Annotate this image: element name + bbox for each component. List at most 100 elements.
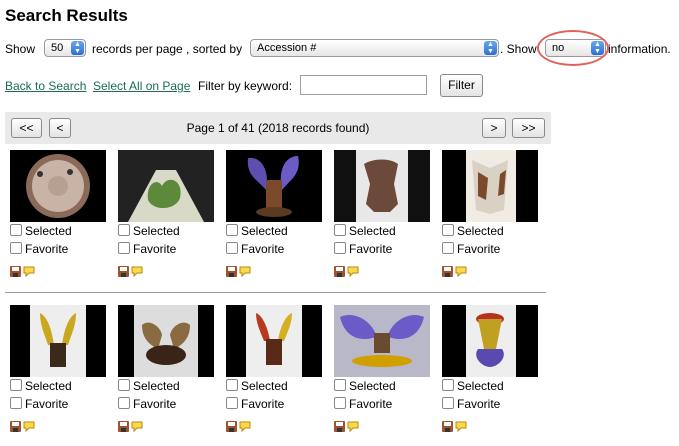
floppy-disk-icon[interactable] — [226, 266, 237, 277]
checkbox-icon[interactable] — [10, 242, 22, 254]
checkbox-icon[interactable] — [442, 224, 454, 236]
selected-checkbox[interactable]: Selected — [10, 379, 72, 393]
comment-bubble-icon[interactable] — [23, 266, 35, 278]
records-per-page-value: 50 — [51, 42, 64, 54]
record-thumbnail[interactable] — [442, 150, 538, 222]
selected-label: Selected — [133, 224, 180, 238]
selected-checkbox[interactable]: Selected — [226, 379, 288, 393]
selected-label: Selected — [133, 379, 180, 393]
record-thumbnail[interactable] — [226, 150, 322, 222]
favorite-checkbox[interactable]: Favorite — [10, 242, 68, 256]
selected-checkbox[interactable]: Selected — [442, 224, 504, 238]
records-per-page-select[interactable]: 50 ▲ ▼ — [44, 39, 86, 57]
checkbox-icon[interactable] — [226, 379, 238, 391]
select-all-link[interactable]: Select All on Page — [93, 79, 190, 93]
record-actions — [10, 266, 36, 278]
floppy-disk-icon[interactable] — [442, 421, 453, 432]
comment-bubble-icon[interactable] — [131, 421, 143, 433]
selected-label: Selected — [241, 224, 288, 238]
comment-bubble-icon[interactable] — [239, 266, 251, 278]
record-thumbnail[interactable] — [118, 305, 214, 377]
favorite-label: Favorite — [457, 242, 501, 256]
checkbox-icon[interactable] — [442, 242, 454, 254]
checkbox-icon[interactable] — [118, 242, 130, 254]
favorite-checkbox[interactable]: Favorite — [334, 397, 392, 411]
checkbox-icon[interactable] — [118, 379, 130, 391]
record-thumbnail[interactable] — [334, 150, 430, 222]
comment-bubble-icon[interactable] — [23, 421, 35, 433]
filter-button[interactable]: Filter — [440, 74, 483, 97]
record-thumbnail[interactable] — [10, 150, 106, 222]
record-actions — [118, 266, 144, 278]
favorite-checkbox[interactable]: Favorite — [442, 242, 500, 256]
chevron-updown-icon: ▲ ▼ — [71, 41, 84, 55]
favorite-label: Favorite — [349, 397, 393, 411]
checkbox-icon[interactable] — [442, 397, 454, 409]
floppy-disk-icon[interactable] — [10, 421, 21, 432]
selected-checkbox[interactable]: Selected — [442, 379, 504, 393]
keyword-input[interactable] — [300, 75, 427, 95]
comment-bubble-icon[interactable] — [455, 421, 467, 433]
prev-page-button[interactable]: < — [49, 118, 71, 138]
back-to-search-link[interactable]: Back to Search — [5, 79, 86, 93]
favorite-checkbox[interactable]: Favorite — [118, 397, 176, 411]
checkbox-icon[interactable] — [226, 397, 238, 409]
floppy-disk-icon[interactable] — [334, 266, 345, 277]
favorite-label: Favorite — [133, 397, 177, 411]
checkbox-icon[interactable] — [442, 379, 454, 391]
checkbox-icon[interactable] — [10, 224, 22, 236]
first-page-button[interactable]: << — [11, 118, 42, 138]
favorite-label: Favorite — [25, 397, 69, 411]
favorite-checkbox[interactable]: Favorite — [226, 242, 284, 256]
checkbox-icon[interactable] — [334, 224, 346, 236]
checkbox-icon[interactable] — [10, 379, 22, 391]
favorite-checkbox[interactable]: Favorite — [334, 242, 392, 256]
sort-by-select[interactable]: Accession # ▲ ▼ — [250, 39, 499, 57]
comment-bubble-icon[interactable] — [347, 421, 359, 433]
checkbox-icon[interactable] — [334, 379, 346, 391]
next-page-button[interactable]: > — [482, 118, 506, 138]
selected-checkbox[interactable]: Selected — [118, 379, 180, 393]
highlight-circle — [537, 30, 609, 66]
record-thumbnail[interactable] — [118, 150, 214, 222]
page-info: Page 1 of 41 (2018 records found) — [186, 121, 370, 135]
selected-checkbox[interactable]: Selected — [118, 224, 180, 238]
favorite-checkbox[interactable]: Favorite — [10, 397, 68, 411]
selected-checkbox[interactable]: Selected — [334, 224, 396, 238]
page-title: Search Results — [5, 6, 128, 25]
checkbox-icon[interactable] — [226, 224, 238, 236]
comment-bubble-icon[interactable] — [347, 266, 359, 278]
comment-bubble-icon[interactable] — [455, 266, 467, 278]
checkbox-icon[interactable] — [118, 397, 130, 409]
record-thumbnail[interactable] — [334, 305, 430, 377]
floppy-disk-icon[interactable] — [442, 266, 453, 277]
floppy-disk-icon[interactable] — [334, 421, 345, 432]
favorite-label: Favorite — [457, 397, 501, 411]
floppy-disk-icon[interactable] — [10, 266, 21, 277]
checkbox-icon[interactable] — [226, 242, 238, 254]
record-thumbnail[interactable] — [442, 305, 538, 377]
records-per-page-text: records per page , sorted by — [92, 42, 243, 56]
checkbox-icon[interactable] — [334, 397, 346, 409]
comment-bubble-icon[interactable] — [131, 266, 143, 278]
last-page-button[interactable]: >> — [512, 118, 545, 138]
favorite-checkbox[interactable]: Favorite — [442, 397, 500, 411]
favorite-checkbox[interactable]: Favorite — [118, 242, 176, 256]
favorite-checkbox[interactable]: Favorite — [226, 397, 284, 411]
chevron-updown-icon: ▲ ▼ — [484, 41, 497, 55]
record-thumbnail[interactable] — [10, 305, 106, 377]
selected-checkbox[interactable]: Selected — [10, 224, 72, 238]
sort-by-value: Accession # — [257, 42, 317, 54]
checkbox-icon[interactable] — [334, 242, 346, 254]
selected-checkbox[interactable]: Selected — [226, 224, 288, 238]
floppy-disk-icon[interactable] — [226, 421, 237, 432]
record-thumbnail[interactable] — [226, 305, 322, 377]
comment-bubble-icon[interactable] — [239, 421, 251, 433]
floppy-disk-icon[interactable] — [118, 266, 129, 277]
floppy-disk-icon[interactable] — [118, 421, 129, 432]
checkbox-icon[interactable] — [118, 224, 130, 236]
filter-label: Filter by keyword: — [198, 79, 293, 93]
selected-checkbox[interactable]: Selected — [334, 379, 396, 393]
checkbox-icon[interactable] — [10, 397, 22, 409]
record-actions — [226, 266, 252, 278]
